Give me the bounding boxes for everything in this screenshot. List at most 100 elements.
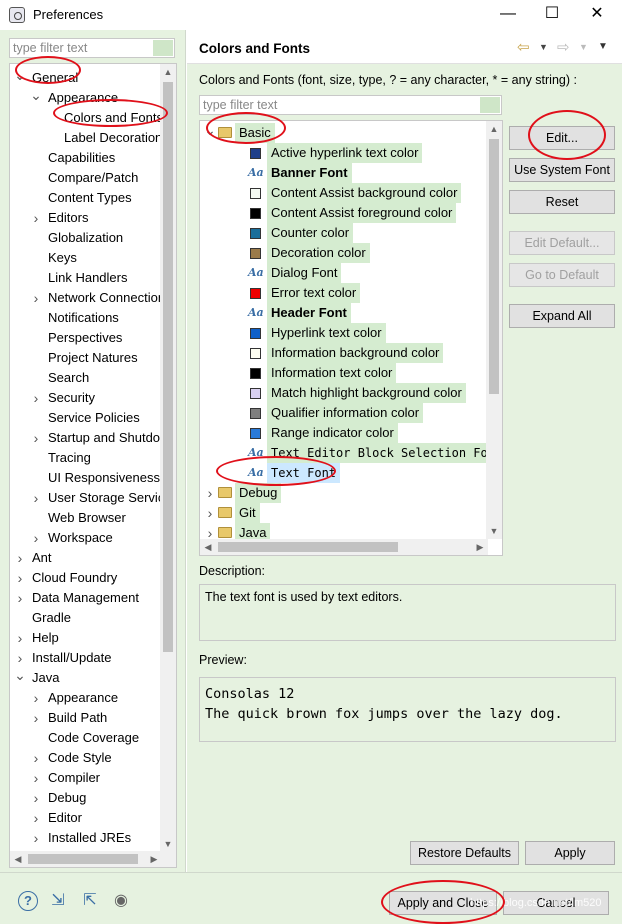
record-icon[interactable]: ◉ xyxy=(111,891,131,911)
collapsed-chevron-icon[interactable]: › xyxy=(14,628,26,648)
color-font-item[interactable]: ⌄ Basic xyxy=(204,123,494,143)
help-icon[interactable]: ? xyxy=(18,891,38,911)
back-menu-chevron-icon[interactable]: ▼ xyxy=(539,42,548,52)
color-font-item[interactable]: Error text color xyxy=(222,283,502,303)
color-font-item[interactable]: Range indicator color xyxy=(222,423,502,443)
collapsed-chevron-icon[interactable]: › xyxy=(14,588,26,608)
color-font-item[interactable]: › Git xyxy=(204,503,494,523)
color-font-item[interactable]: Content Assist foreground color xyxy=(222,203,502,223)
scroll-down-icon[interactable]: ▼ xyxy=(160,836,176,852)
collapsed-chevron-icon[interactable]: › xyxy=(204,483,216,503)
back-arrow-icon[interactable]: ⇦ xyxy=(517,38,530,56)
color-font-item[interactable]: Content Assist background color xyxy=(222,183,502,203)
scroll-right-icon[interactable]: ▶ xyxy=(472,539,488,555)
tree-filter-input[interactable]: type filter text xyxy=(9,38,175,58)
scroll-right-icon[interactable]: ▶ xyxy=(146,851,162,867)
expanded-chevron-icon[interactable]: ⌄ xyxy=(14,668,26,688)
scroll-thumb[interactable] xyxy=(489,139,499,394)
expand-all-button[interactable]: Expand All xyxy=(509,304,615,328)
minimize-button[interactable]: — xyxy=(488,3,528,27)
colors-filter-input[interactable]: type filter text xyxy=(199,95,502,115)
color-font-item[interactable]: Match highlight background color xyxy=(222,383,502,403)
tree-item-label: Cloud Foundry xyxy=(32,570,118,585)
apply-button[interactable]: Apply xyxy=(525,841,615,865)
tree-item-label: Compiler xyxy=(48,770,101,785)
font-icon: Aa xyxy=(248,466,264,479)
color-font-item[interactable]: Active hyperlink text color xyxy=(222,143,502,163)
color-font-item[interactable]: Aa Text Font xyxy=(222,463,502,483)
collapsed-chevron-icon[interactable]: › xyxy=(30,488,42,508)
color-font-item[interactable]: Aa Dialog Font xyxy=(222,263,502,283)
color-font-item[interactable]: › Debug xyxy=(204,483,494,503)
color-font-item[interactable]: Information text color xyxy=(222,363,502,383)
close-button[interactable]: ✕ xyxy=(577,3,617,27)
tree-item-label: Appearance xyxy=(48,690,119,705)
scroll-thumb[interactable] xyxy=(218,542,398,552)
scroll-up-icon[interactable]: ▲ xyxy=(486,121,502,137)
go-to-default-button[interactable]: Go to Default xyxy=(509,263,615,287)
collapsed-chevron-icon[interactable]: › xyxy=(30,788,42,808)
watermark-text: https://blog.csdn.net/lm520 xyxy=(470,897,602,909)
collapsed-chevron-icon[interactable]: › xyxy=(30,528,42,548)
view-menu-icon[interactable]: ▼ xyxy=(598,41,608,52)
reset-button[interactable]: Reset xyxy=(509,190,615,214)
collapsed-chevron-icon[interactable]: › xyxy=(30,208,42,228)
font-preview-box: Consolas 12 The quick brown fox jumps ov… xyxy=(199,677,616,742)
collapsed-chevron-icon[interactable]: › xyxy=(30,808,42,828)
expanded-chevron-icon[interactable]: ⌄ xyxy=(204,123,216,143)
expanded-chevron-icon[interactable]: ⌄ xyxy=(14,68,26,88)
color-font-item[interactable]: Decoration color xyxy=(222,243,502,263)
scroll-thumb[interactable] xyxy=(28,854,138,864)
collapsed-chevron-icon[interactable]: › xyxy=(14,568,26,588)
tree-vertical-scrollbar[interactable]: ▲ ▼ xyxy=(160,64,176,852)
scroll-down-icon[interactable]: ▼ xyxy=(486,523,502,539)
collapsed-chevron-icon[interactable]: › xyxy=(30,428,42,448)
collapsed-chevron-icon[interactable]: › xyxy=(14,648,26,668)
color-font-item[interactable]: Aa Banner Font xyxy=(222,163,502,183)
scroll-left-icon[interactable]: ◀ xyxy=(200,539,216,555)
tree-vertical-scrollbar[interactable]: ▲ ▼ xyxy=(486,121,502,539)
clear-filter-icon[interactable] xyxy=(480,97,500,113)
tree-horizontal-scrollbar[interactable]: ◀ ▶ xyxy=(10,851,176,867)
collapsed-chevron-icon[interactable]: › xyxy=(30,288,42,308)
color-font-item[interactable]: Hyperlink text color xyxy=(222,323,502,343)
color-font-item[interactable]: Qualifier information color xyxy=(222,403,502,423)
color-font-item-label: Information background color xyxy=(267,343,444,363)
color-font-item[interactable]: Aa Text Editor Block Selection Font xyxy=(222,443,502,463)
tree-horizontal-scrollbar[interactable]: ◀ ▶ xyxy=(200,539,488,555)
collapsed-chevron-icon[interactable]: › xyxy=(30,748,42,768)
colors-fonts-tree[interactable]: › Java › Git › Debug Aa Text Font Aa Text Editor … xyxy=(199,120,503,556)
tree-item-label: Service Policies xyxy=(48,410,140,425)
color-swatch-icon xyxy=(250,428,261,439)
tree-item-label: Help xyxy=(32,630,59,645)
forward-arrow-icon[interactable]: ⇨ xyxy=(557,38,570,56)
tree-item-label: Capabilities xyxy=(48,150,116,165)
restore-defaults-button[interactable]: Restore Defaults xyxy=(410,841,519,865)
collapsed-chevron-icon[interactable]: › xyxy=(30,768,42,788)
collapsed-chevron-icon[interactable]: › xyxy=(204,503,216,523)
edit-default-button[interactable]: Edit Default... xyxy=(509,231,615,255)
collapsed-chevron-icon[interactable]: › xyxy=(30,708,42,728)
collapsed-chevron-icon[interactable]: › xyxy=(30,688,42,708)
collapsed-chevron-icon[interactable]: › xyxy=(14,548,26,568)
scroll-thumb[interactable] xyxy=(163,82,173,652)
forward-menu-chevron-icon[interactable]: ▼ xyxy=(579,42,588,52)
color-font-item[interactable]: Counter color xyxy=(222,223,502,243)
font-icon: Aa xyxy=(248,306,264,319)
use-system-font-button[interactable]: Use System Font xyxy=(509,158,615,182)
export-icon[interactable]: ⇱ xyxy=(80,891,100,911)
scroll-up-icon[interactable]: ▲ xyxy=(160,64,176,80)
collapsed-chevron-icon[interactable]: › xyxy=(30,828,42,848)
clear-filter-icon[interactable] xyxy=(153,40,173,56)
maximize-button[interactable]: ☐ xyxy=(532,3,572,27)
import-icon[interactable]: ⇲ xyxy=(48,891,68,911)
expanded-chevron-icon[interactable]: ⌄ xyxy=(30,88,42,108)
color-font-item[interactable]: Aa Header Font xyxy=(222,303,502,323)
tree-item-label: Editor xyxy=(48,810,82,825)
collapsed-chevron-icon[interactable]: › xyxy=(30,388,42,408)
edit-button[interactable]: Edit... xyxy=(509,126,615,150)
preference-tree[interactable]: JUnit›Installed JREs›Editor›Debug›Compil… xyxy=(9,63,177,868)
scroll-left-icon[interactable]: ◀ xyxy=(10,851,26,867)
color-font-item-label: Git xyxy=(235,503,260,523)
color-font-item[interactable]: Information background color xyxy=(222,343,502,363)
